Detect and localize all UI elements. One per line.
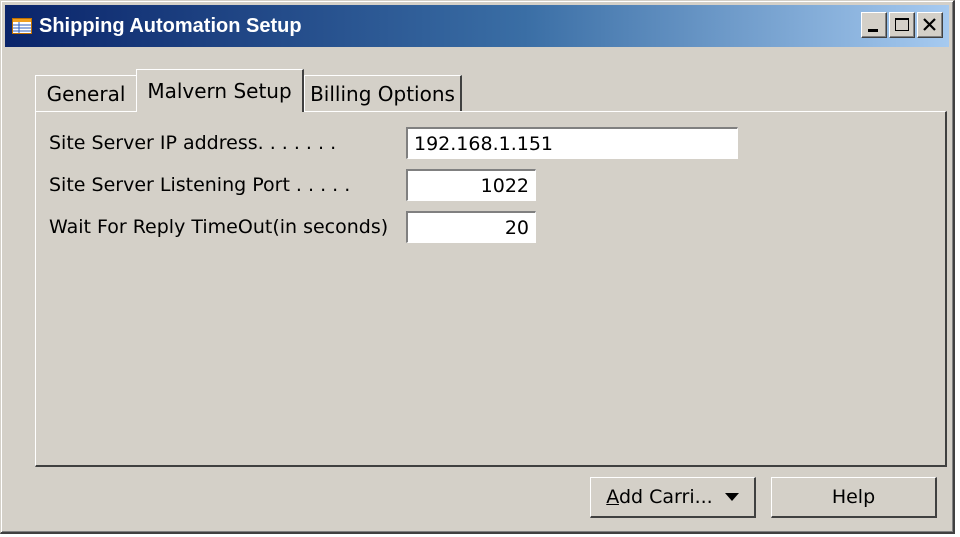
tab-malvern-setup-label: Malvern Setup — [147, 79, 292, 103]
shipping-automation-setup-window: Shipping Automation Setup General Malver… — [0, 0, 955, 534]
maximize-button[interactable] — [889, 12, 915, 38]
site-server-port-label: Site Server Listening Port . . . . . — [49, 174, 351, 196]
tab-billing-options[interactable]: Billing Options — [304, 75, 462, 112]
title-bar[interactable]: Shipping Automation Setup — [5, 5, 949, 47]
add-carrier-label: Add Carri... — [606, 486, 713, 508]
site-server-ip-value: 192.168.1.151 — [414, 132, 554, 155]
maximize-icon — [895, 18, 909, 31]
tab-billing-options-label: Billing Options — [310, 82, 455, 106]
reply-timeout-input[interactable]: 20 — [406, 211, 536, 243]
site-server-ip-label: Site Server IP address. . . . . . . — [49, 132, 337, 154]
add-carrier-button[interactable]: Add Carri... — [590, 477, 756, 518]
minimize-icon — [868, 29, 878, 32]
form-icon — [11, 17, 33, 35]
reply-timeout-label: Wait For Reply TimeOut(in seconds) — [49, 216, 389, 238]
minimize-button[interactable] — [861, 12, 887, 38]
help-button-label: Help — [831, 486, 876, 508]
tab-general-label: General — [46, 82, 126, 106]
caption-buttons — [859, 12, 943, 38]
close-icon — [923, 18, 936, 31]
window-title: Shipping Automation Setup — [39, 14, 302, 37]
tab-general[interactable]: General — [35, 75, 137, 112]
tab-panel-malvern-setup: Site Server IP address. . . . . . . 192.… — [35, 111, 947, 467]
site-server-ip-input[interactable]: 192.168.1.151 — [406, 127, 738, 159]
close-button[interactable] — [917, 12, 943, 38]
reply-timeout-value: 20 — [504, 216, 529, 239]
dropdown-arrow-icon — [724, 492, 739, 502]
site-server-port-value: 1022 — [480, 174, 529, 197]
site-server-port-input[interactable]: 1022 — [406, 169, 536, 201]
help-button[interactable]: Help — [771, 477, 937, 518]
tab-malvern-setup[interactable]: Malvern Setup — [136, 69, 304, 112]
